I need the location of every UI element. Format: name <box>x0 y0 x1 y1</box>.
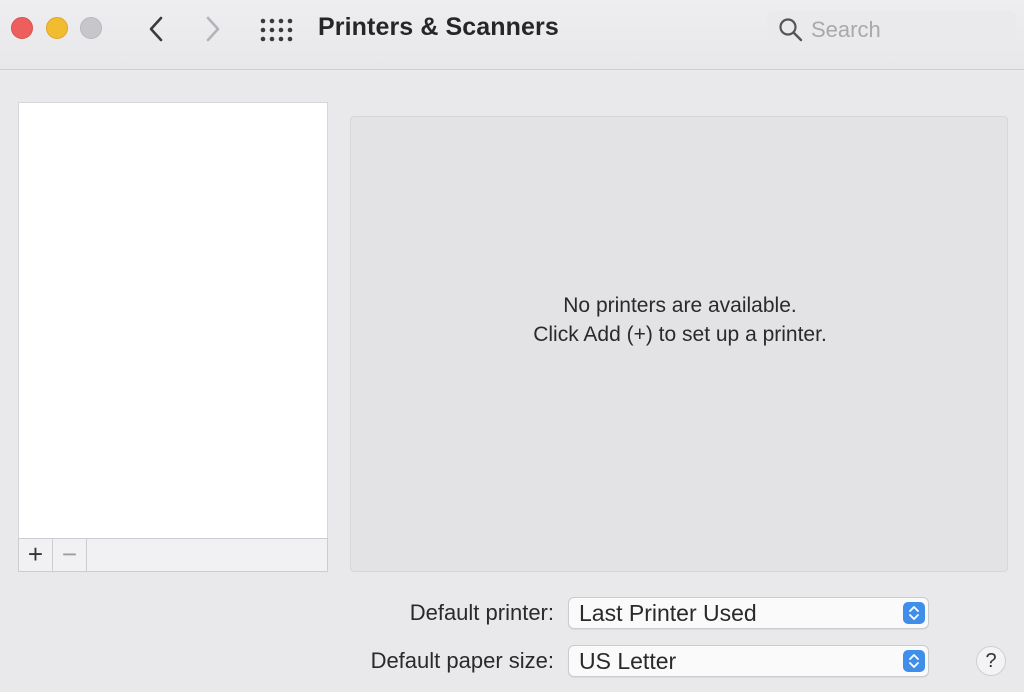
search-input[interactable] <box>811 15 1007 45</box>
empty-state-line-1: No printers are available. <box>563 294 797 317</box>
default-paper-size-popup[interactable]: US Letter <box>568 645 929 677</box>
default-printer-label: Default printer: <box>409 600 554 625</box>
grid-icon <box>260 18 293 42</box>
empty-state-line-2: Click Add (+) to set up a printer. <box>533 323 827 346</box>
minimize-button[interactable] <box>46 17 68 39</box>
search-field[interactable] <box>767 11 1016 49</box>
printer-detail-pane: No printers are available. Click Add (+)… <box>350 116 1008 572</box>
back-button[interactable] <box>142 12 172 46</box>
zoom-button[interactable] <box>80 17 102 39</box>
close-button[interactable] <box>11 17 33 39</box>
popup-stepper-icon <box>903 650 925 672</box>
add-printer-button[interactable]: + <box>19 539 53 571</box>
default-paper-size-label: Default paper size: <box>370 648 554 673</box>
search-icon <box>779 18 803 42</box>
title-bar: Printers & Scanners <box>0 0 1024 70</box>
show-all-button[interactable] <box>258 16 302 44</box>
remove-printer-button[interactable]: − <box>53 539 87 571</box>
help-button[interactable]: ? <box>976 646 1006 676</box>
chevron-left-icon <box>149 16 163 42</box>
printer-list[interactable] <box>18 102 328 538</box>
window-title: Printers & Scanners <box>318 13 559 41</box>
forward-button[interactable] <box>198 12 228 46</box>
default-printer-popup[interactable]: Last Printer Used <box>568 597 929 629</box>
default-printer-value: Last Printer Used <box>579 600 757 626</box>
chevron-right-icon <box>206 16 220 42</box>
popup-stepper-icon <box>903 602 925 624</box>
empty-state-message: No printers are available. Click Add (+)… <box>351 291 1009 349</box>
printer-list-toolbar: + − <box>18 538 328 572</box>
default-paper-size-value: US Letter <box>579 648 677 674</box>
